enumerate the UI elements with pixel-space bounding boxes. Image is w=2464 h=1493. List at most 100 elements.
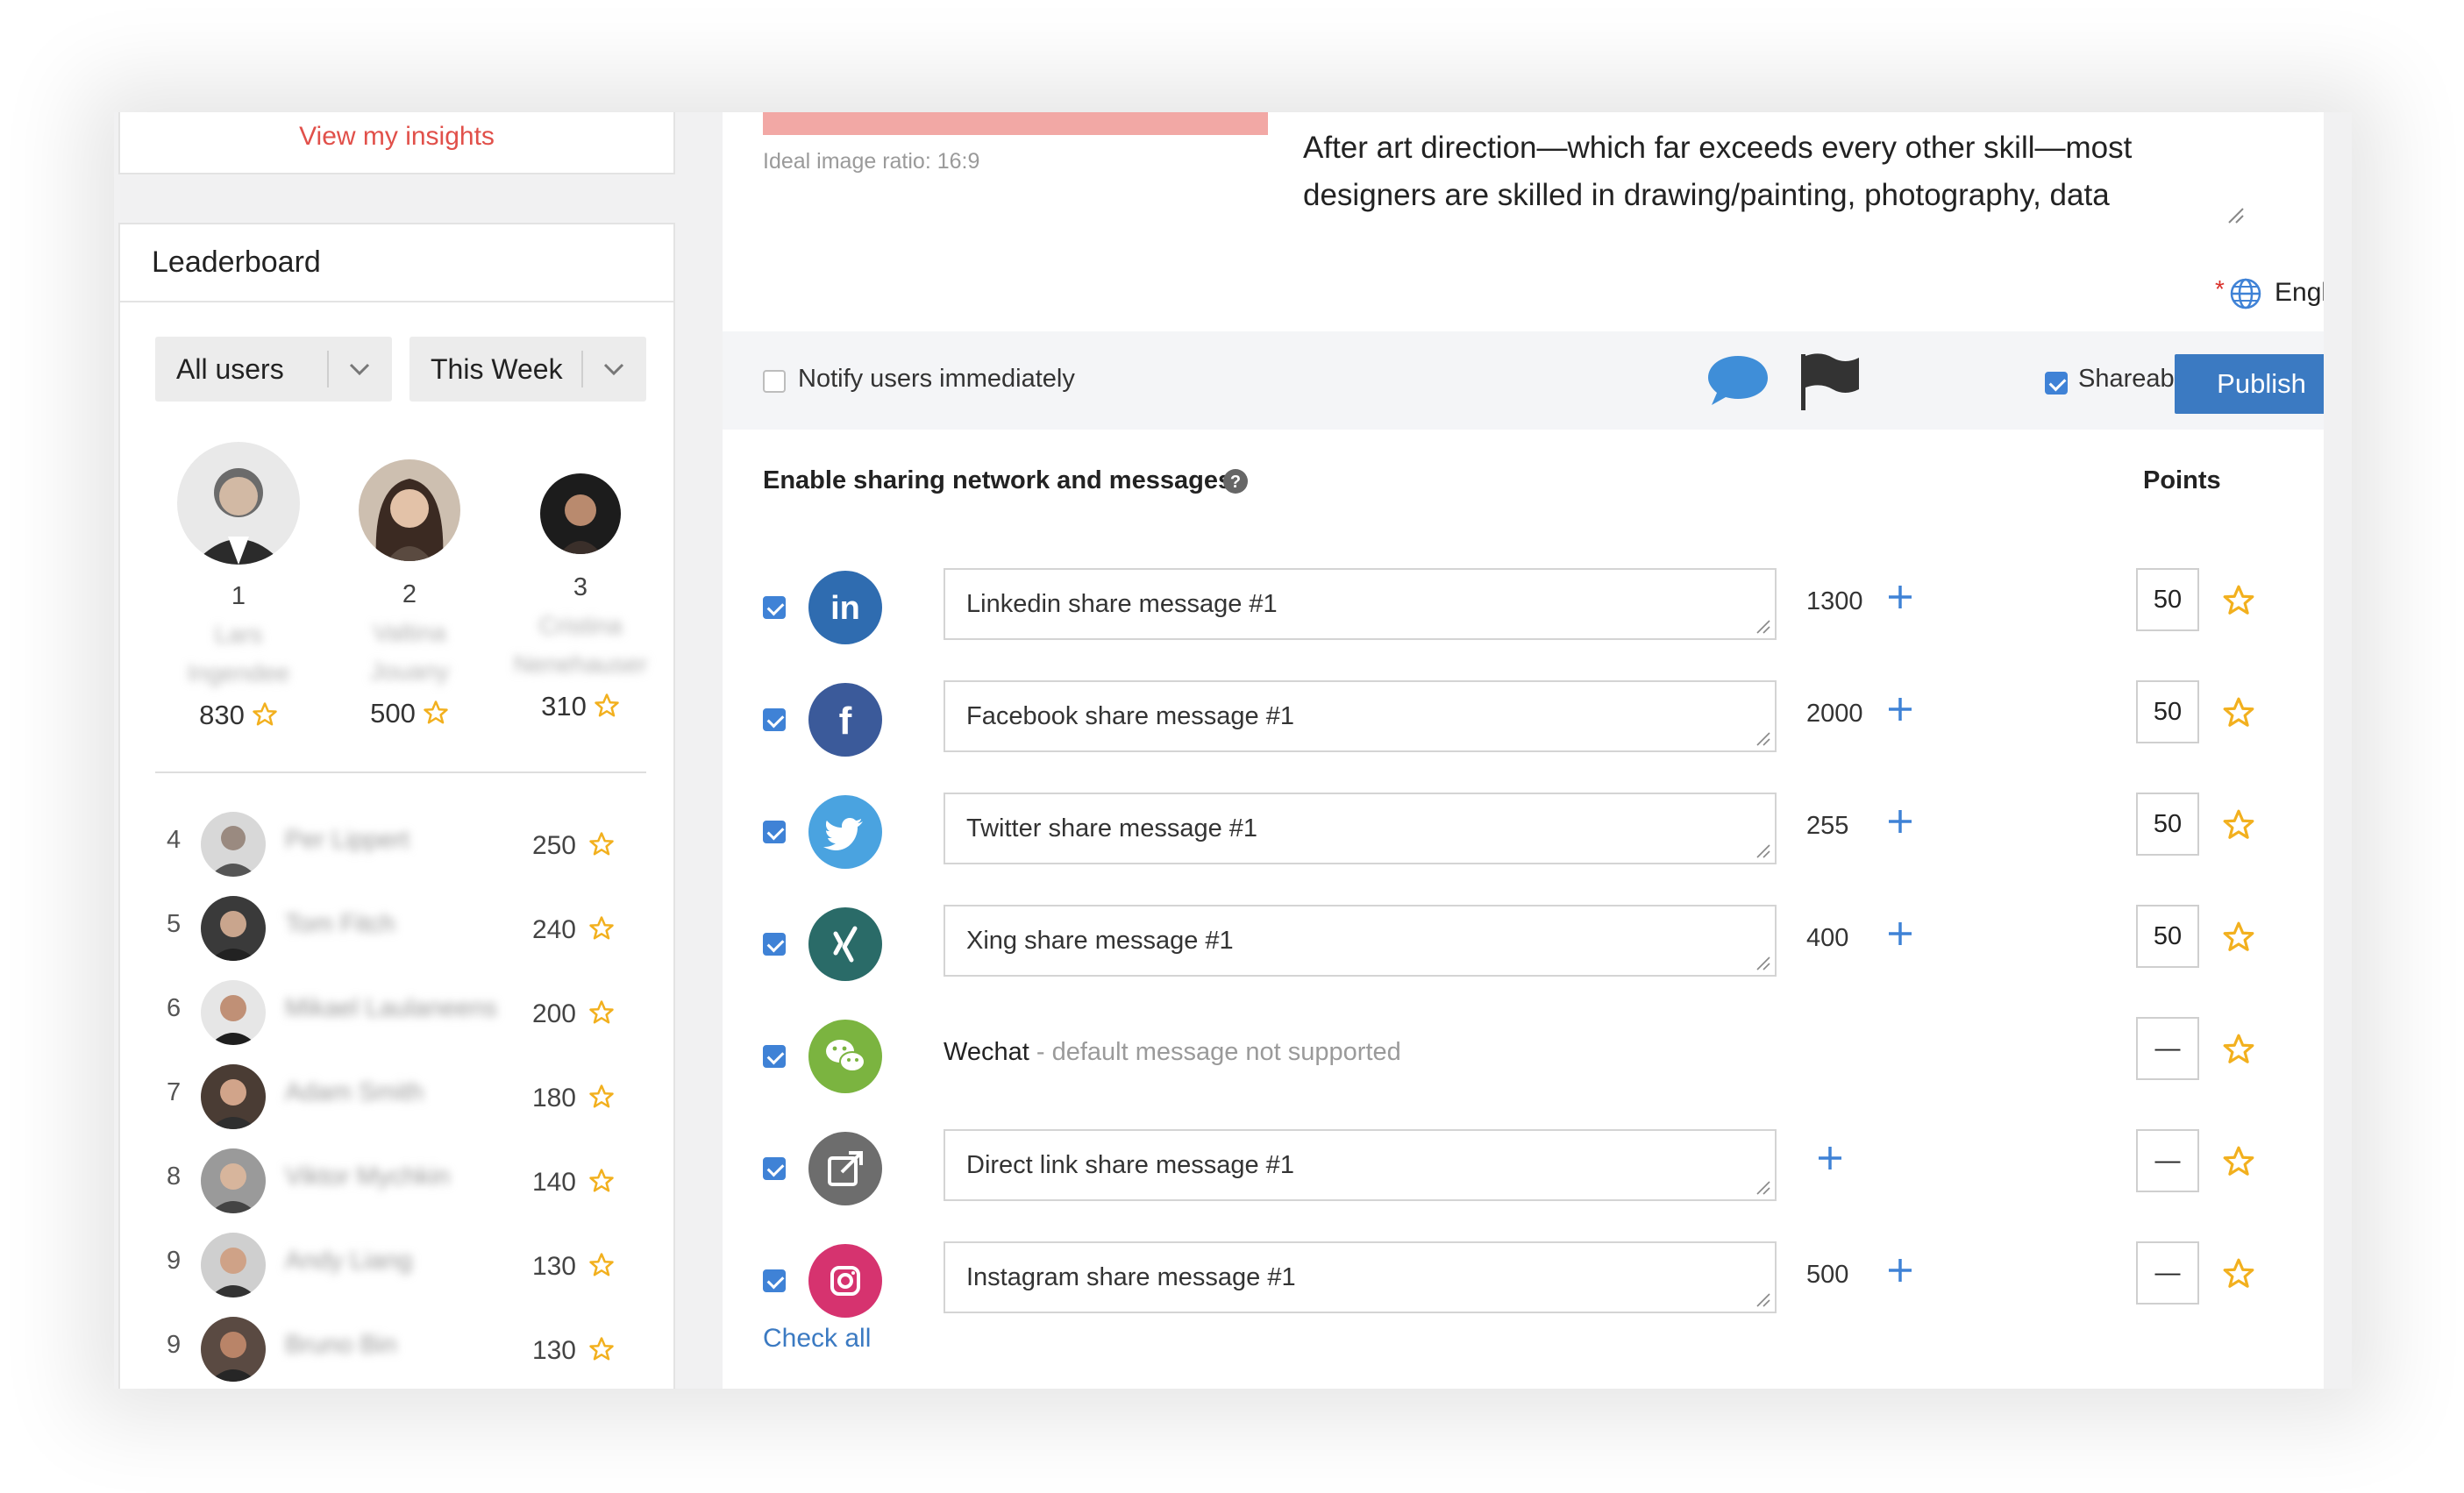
row-rank: 8: [167, 1162, 182, 1191]
xing-icon: [808, 907, 882, 981]
message-text: Instagram share message #1: [966, 1263, 1296, 1291]
period-filter-dropdown[interactable]: This Week: [409, 337, 646, 402]
avatar: [201, 980, 266, 1045]
row-name: Per Lippert: [285, 826, 409, 854]
facebook-icon: f: [808, 683, 882, 757]
row-name: Adam Smith: [285, 1078, 424, 1106]
check-all-link[interactable]: Check all: [763, 1324, 871, 1354]
podium-third[interactable]: 3 Cristina Nenehauser 310: [497, 473, 664, 724]
direct-link-checkbox[interactable]: [763, 1157, 786, 1180]
direct-link-message-input[interactable]: Direct link share message #1: [944, 1129, 1777, 1201]
points-input[interactable]: 50: [2136, 905, 2199, 968]
points-input[interactable]: —: [2136, 1017, 2199, 1080]
podium-name: Valtina Jouany: [369, 619, 450, 685]
leaderboard-row[interactable]: 8 Viktor Mychkin 140: [155, 1148, 646, 1219]
leaderboard-title: Leaderboard: [120, 224, 673, 302]
leaderboard-row[interactable]: 4 Per Lippert 250: [155, 812, 646, 882]
points-input[interactable]: —: [2136, 1129, 2199, 1192]
globe-icon: [2230, 278, 2261, 309]
view-insights-link[interactable]: View my insights: [120, 117, 673, 156]
star-icon: [595, 693, 619, 717]
sharing-section-title: Enable sharing network and messages: [763, 466, 1233, 494]
leaderboard-row[interactable]: 5 Tom Fitch 240: [155, 896, 646, 966]
instagram-message-input[interactable]: Instagram share message #1: [944, 1241, 1777, 1313]
resize-handle-icon[interactable]: [1755, 843, 1771, 859]
message-text: Xing share message #1: [966, 927, 1234, 955]
action-bar: Notify users immediately Shareable Publi…: [723, 331, 2348, 430]
svg-text:f: f: [839, 700, 852, 743]
network-row-wechat: Wechat - default message not supported —: [723, 1017, 2324, 1096]
facebook-checkbox[interactable]: [763, 708, 786, 731]
star-icon[interactable]: [2222, 584, 2255, 617]
required-mark: *: [2215, 275, 2225, 302]
dropdown-separator: [581, 351, 583, 387]
resize-handle-icon[interactable]: [1755, 1292, 1771, 1308]
network-row-xing: Xing share message #1 400 50: [723, 905, 2324, 984]
twitter-checkbox[interactable]: [763, 821, 786, 843]
star-icon[interactable]: [2222, 696, 2255, 729]
post-editor: Ideal image ratio: 16:9 After art direct…: [723, 112, 2352, 1389]
chevron-down-icon: [349, 363, 370, 376]
points-input[interactable]: —: [2136, 1241, 2199, 1305]
row-name: Andy Liang: [285, 1247, 413, 1275]
right-edge-band: [2324, 112, 2352, 1389]
xing-checkbox[interactable]: [763, 933, 786, 956]
points-input[interactable]: 50: [2136, 680, 2199, 743]
instagram-checkbox[interactable]: [763, 1269, 786, 1292]
chat-bubble-icon[interactable]: [1705, 352, 1771, 409]
star-icon[interactable]: [2222, 808, 2255, 842]
leaderboard-row[interactable]: 9 Bruno Bin 130: [155, 1317, 646, 1387]
xing-message-input[interactable]: Xing share message #1: [944, 905, 1777, 977]
plus-icon[interactable]: [1885, 1255, 1915, 1285]
resize-handle-icon[interactable]: [1755, 1180, 1771, 1196]
svg-text:?: ?: [1230, 473, 1241, 492]
avatar: [359, 459, 460, 561]
podium-first[interactable]: 1 Lars Ingendee 830: [155, 442, 322, 733]
leaderboard-row[interactable]: 6 Mikael Laulaneens 200: [155, 980, 646, 1050]
facebook-message-input[interactable]: Facebook share message #1: [944, 680, 1777, 752]
resize-handle-icon[interactable]: [1755, 619, 1771, 635]
users-filter-dropdown[interactable]: All users: [155, 337, 392, 402]
row-name: Viktor Mychkin: [285, 1162, 451, 1191]
resize-handle-icon[interactable]: [1755, 956, 1771, 971]
avatar: [201, 812, 266, 877]
podium-score-value: 830: [199, 700, 245, 730]
image-upload-bar[interactable]: [763, 112, 1268, 135]
plus-icon[interactable]: [1815, 1143, 1845, 1173]
flag-icon[interactable]: [1798, 351, 1861, 412]
star-icon[interactable]: [2222, 1257, 2255, 1290]
avatar: [177, 442, 300, 565]
twitter-message-input[interactable]: Twitter share message #1: [944, 793, 1777, 864]
app-frame: View my insights Leaderboard All users T…: [114, 112, 2352, 1389]
shareable-checkbox[interactable]: [2045, 372, 2068, 395]
linkedin-message-input[interactable]: Linkedin share message #1: [944, 568, 1777, 640]
plus-icon[interactable]: [1885, 919, 1915, 949]
resize-handle-icon[interactable]: [2225, 205, 2245, 224]
linkedin-checkbox[interactable]: [763, 596, 786, 619]
star-icon[interactable]: [2222, 1033, 2255, 1066]
notify-checkbox[interactable]: [763, 370, 786, 393]
plus-icon[interactable]: [1885, 694, 1915, 724]
resize-handle-icon[interactable]: [1755, 731, 1771, 747]
publish-button[interactable]: Publish: [2175, 354, 2348, 414]
row-score: 180: [531, 1084, 576, 1113]
instagram-icon: [808, 1244, 882, 1318]
points-input[interactable]: 50: [2136, 568, 2199, 631]
network-row-linkedin: in Linkedin share message #1 1300 50: [723, 568, 2324, 647]
plus-icon[interactable]: [1885, 807, 1915, 836]
podium-score: 500: [335, 696, 484, 731]
star-icon[interactable]: [2222, 921, 2255, 954]
star-icon[interactable]: [2222, 1145, 2255, 1178]
external-link-icon: [808, 1132, 882, 1205]
share-count: 400: [1806, 924, 1849, 952]
leaderboard-row[interactable]: 7 Adam Smith 180: [155, 1064, 646, 1134]
points-input[interactable]: 50: [2136, 793, 2199, 856]
podium-second[interactable]: 2 Valtina Jouany 500: [335, 459, 484, 731]
help-icon[interactable]: ?: [1221, 466, 1250, 496]
podium-score: 830: [155, 698, 322, 733]
leaderboard-row[interactable]: 9 Andy Liang 130: [155, 1233, 646, 1303]
plus-icon[interactable]: [1885, 582, 1915, 612]
description-textarea[interactable]: After art direction—which far exceeds ev…: [1303, 124, 2241, 219]
wechat-checkbox[interactable]: [763, 1045, 786, 1068]
row-score: 140: [531, 1168, 576, 1197]
